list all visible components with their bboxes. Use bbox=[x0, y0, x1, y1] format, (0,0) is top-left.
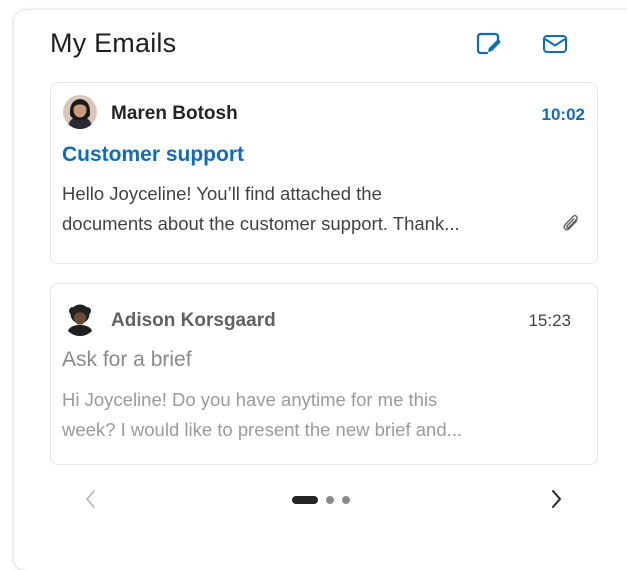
avatar bbox=[63, 302, 97, 336]
card-title: My Emails bbox=[50, 28, 177, 58]
email-item[interactable]: Adison Korsgaard 15:23 Ask for a brief H… bbox=[50, 283, 598, 465]
email-subject: Customer support bbox=[62, 143, 245, 166]
compose-icon bbox=[475, 31, 501, 62]
page-dot-3[interactable] bbox=[342, 496, 350, 504]
email-item[interactable]: Maren Botosh 10:02 Customer support Hell… bbox=[50, 82, 598, 264]
page-indicator bbox=[292, 496, 350, 504]
email-preview: Hi Joyceline! Do you have anytime for me… bbox=[62, 385, 542, 445]
email-subject: Ask for a brief bbox=[62, 348, 192, 371]
email-preview-line: Hello Joyceline! You’ll find attached th… bbox=[62, 183, 382, 204]
paperclip-icon bbox=[561, 212, 581, 239]
page-dot-2[interactable] bbox=[326, 496, 334, 504]
page-dot-1[interactable] bbox=[292, 496, 318, 504]
email-preview-line: Hi Joyceline! Do you have anytime for me… bbox=[62, 389, 438, 410]
email-time: 10:02 bbox=[541, 105, 585, 124]
email-preview-line: documents about the customer support. Th… bbox=[62, 213, 460, 234]
chevron-right-icon bbox=[549, 488, 563, 515]
previous-page-button[interactable] bbox=[76, 486, 106, 516]
email-preview-line: week? I would like to present the new br… bbox=[62, 419, 463, 440]
mail-icon bbox=[542, 33, 568, 60]
compose-button[interactable] bbox=[470, 28, 506, 64]
next-page-button[interactable] bbox=[541, 486, 571, 516]
mail-button[interactable] bbox=[537, 28, 573, 64]
email-preview: Hello Joyceline! You’ll find attached th… bbox=[62, 179, 542, 239]
avatar bbox=[63, 95, 97, 129]
chevron-left-icon bbox=[84, 488, 98, 515]
sender-name: Adison Korsgaard bbox=[111, 310, 276, 331]
sender-name: Maren Botosh bbox=[111, 103, 238, 124]
email-time: 15:23 bbox=[528, 311, 571, 330]
